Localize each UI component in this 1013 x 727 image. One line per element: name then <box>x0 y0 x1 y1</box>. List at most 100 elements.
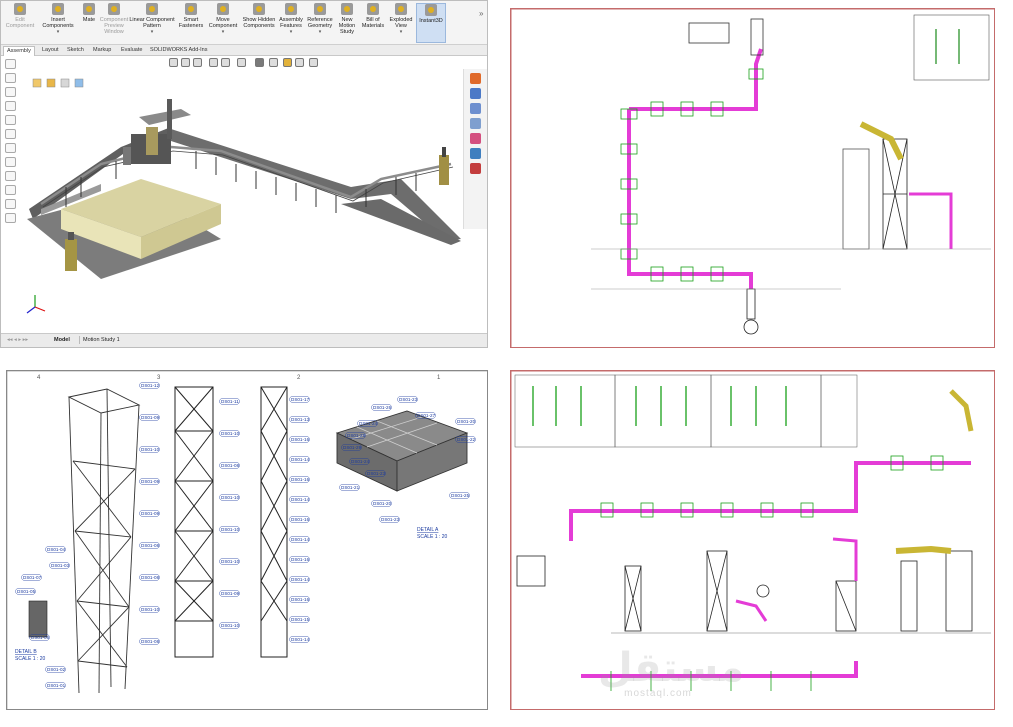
tab-addins[interactable]: SOLIDWORKS Add-Ins <box>147 46 210 56</box>
component-preview-button[interactable]: Component Preview Window <box>99 3 129 43</box>
callout-label: DS01-10 <box>221 431 240 436</box>
callout-label: DS01-21 <box>341 485 360 490</box>
callout-label: DS01-10 <box>221 623 240 628</box>
tab-sketch[interactable]: Sketch <box>64 46 87 56</box>
linear-pattern-button[interactable]: Linear Component Pattern ▾ <box>129 3 175 43</box>
tab-layout[interactable]: Layout <box>39 46 62 56</box>
callout-label: DS01-03 <box>51 563 70 568</box>
file-explorer-icon[interactable] <box>470 103 481 114</box>
chevron-down-icon: ▾ <box>56 29 60 35</box>
tab-markup[interactable]: Markup <box>90 46 114 56</box>
callout-label: DS01-16 <box>291 557 310 562</box>
feature-tree-icon[interactable] <box>5 59 16 69</box>
reference-geometry-button[interactable]: Reference Geometry ▾ <box>305 3 335 43</box>
edit-component-button[interactable]: Edit Component <box>3 3 37 43</box>
move-icon <box>217 3 229 15</box>
tab-assembly[interactable]: Assembly <box>3 46 35 56</box>
frame-number: 3 <box>157 375 161 381</box>
insert-components-button[interactable]: Insert Components ▾ <box>38 3 78 43</box>
graphics-area[interactable] <box>21 69 462 331</box>
command-manager: Edit Component Insert Components ▾ Mate C… <box>1 1 487 45</box>
display-manager-icon[interactable] <box>5 115 16 125</box>
property-manager-icon[interactable] <box>5 73 16 83</box>
view-orientation-icon[interactable] <box>221 58 230 67</box>
detail-a-title: DETAIL A <box>417 527 439 533</box>
callout-label: DS01-06 <box>31 635 50 640</box>
fastener-icon <box>185 3 197 15</box>
appearances-icon[interactable] <box>470 133 481 144</box>
reference-geometry-icon <box>314 3 326 15</box>
previous-view-icon[interactable] <box>193 58 202 67</box>
callout-label: DS01-08 <box>141 543 160 548</box>
solidworks-resources-icon[interactable] <box>470 73 481 84</box>
custom-properties-icon[interactable] <box>470 148 481 159</box>
callout-label: DS01-28 <box>347 433 366 438</box>
cam-icon[interactable] <box>5 129 16 139</box>
callout-label: DS01-29 <box>343 445 362 450</box>
appearance-icon[interactable] <box>283 58 292 67</box>
bom-icon <box>367 3 379 15</box>
forum-icon[interactable] <box>470 163 481 174</box>
monitor-icon[interactable] <box>309 58 318 67</box>
tab-model[interactable]: Model <box>51 336 73 344</box>
callout-label: DS01-23 <box>399 397 418 402</box>
callout-label: DS01-14 <box>291 637 310 642</box>
callout-label: DS01-16 <box>291 597 310 602</box>
scene-icon[interactable] <box>295 58 304 67</box>
zoom-area-icon[interactable] <box>181 58 190 67</box>
tab-evaluate[interactable]: Evaluate <box>118 46 145 56</box>
display-style-icon[interactable] <box>255 58 264 67</box>
mate-button[interactable]: Mate <box>79 3 99 43</box>
dimxpert-icon[interactable] <box>5 101 16 111</box>
nav-arrows[interactable]: ◂◂ ◂ ▸ ▸▸ <box>4 336 31 344</box>
callout-label: DS01-15 <box>291 617 310 622</box>
list-icon[interactable] <box>5 185 16 195</box>
chevron-down-icon: ▾ <box>150 29 154 35</box>
chevron-down-icon: ▾ <box>318 29 322 35</box>
section-view-icon[interactable] <box>209 58 218 67</box>
cube-view-icon[interactable] <box>237 58 246 67</box>
show-hidden-button[interactable]: Show Hidden Components <box>242 3 276 43</box>
zoom-fit-icon[interactable] <box>169 58 178 67</box>
callout-label: DS01-10 <box>141 607 160 612</box>
move-component-button[interactable]: Move Component ▾ <box>206 3 240 43</box>
exploded-view-icon <box>395 3 407 15</box>
exploded-view-button[interactable]: Exploded View ▾ <box>387 3 415 43</box>
callout-label: DS01-27 <box>417 413 436 418</box>
filter-icon[interactable] <box>5 171 16 181</box>
piping-layout-drawing-1 <box>510 8 995 348</box>
collapse-icon[interactable] <box>5 143 16 153</box>
instant3d-button[interactable]: Instant3D <box>416 3 446 43</box>
callout-label: DS01-23 <box>367 471 386 476</box>
callout-label: DS01-17 <box>291 397 310 402</box>
piping-elevation-view <box>511 371 994 709</box>
bill-of-materials-button[interactable]: Bill of Materials <box>359 3 387 43</box>
smart-fasteners-button[interactable]: Smart Fasteners <box>176 3 206 43</box>
chevron-down-icon: ▾ <box>221 29 225 35</box>
detail-b-title: DETAIL B <box>15 649 37 655</box>
solidworks-window: Edit Component Insert Components ▾ Mate C… <box>0 0 488 348</box>
view-palette-icon[interactable] <box>470 118 481 129</box>
motion-study-icon <box>341 3 353 15</box>
tab-motion-study[interactable]: Motion Study 1 <box>79 336 123 344</box>
callout-label: DS01-04 <box>47 547 66 552</box>
command-tabs: Assembly Layout Sketch Markup Evaluate S… <box>1 45 487 56</box>
callout-label: DS01-20 <box>457 419 476 424</box>
configuration-icon[interactable] <box>5 87 16 97</box>
assembly-features-button[interactable]: Assembly Features ▾ <box>277 3 305 43</box>
preview-window-icon <box>108 3 120 15</box>
callout-label: DS01-02 <box>47 667 66 672</box>
search-icon[interactable] <box>5 199 16 209</box>
assembly-features-icon <box>285 3 297 15</box>
chevron-right-icon[interactable]: » <box>479 9 483 18</box>
new-motion-study-button[interactable]: New Motion Study <box>335 3 359 43</box>
callout-label: DS01-10 <box>141 447 160 452</box>
expand-icon[interactable] <box>5 157 16 167</box>
axis-triad <box>26 295 46 314</box>
callout-label: DS01-13 <box>291 417 310 422</box>
history-icon[interactable] <box>5 213 16 223</box>
hide-show-icon[interactable] <box>269 58 278 67</box>
chevron-down-icon: ▾ <box>289 29 293 35</box>
design-library-icon[interactable] <box>470 88 481 99</box>
callout-label: DS01-22 <box>457 437 476 442</box>
